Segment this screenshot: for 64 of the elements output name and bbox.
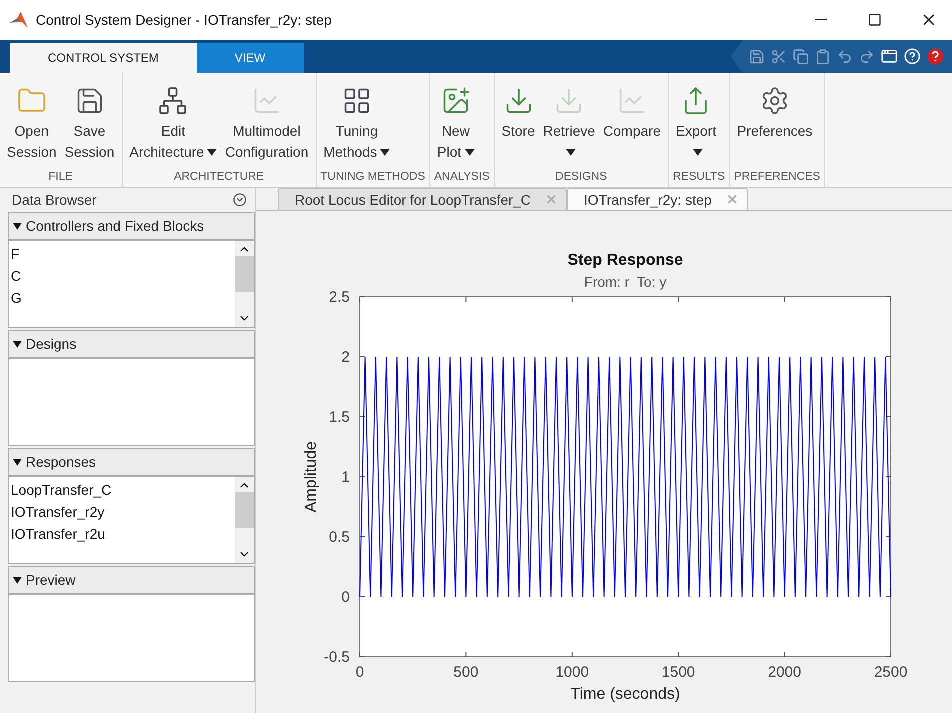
x-tick-label: 1000 (556, 664, 590, 681)
x-tick-label: 0 (356, 664, 364, 681)
list-item[interactable]: C (9, 265, 235, 287)
x-tick-label: 500 (454, 664, 479, 681)
group-label: PREFERENCES (734, 170, 820, 185)
x-tick-label: 2000 (768, 664, 802, 681)
x-tick-label: 2500 (874, 664, 908, 681)
ribbon-tab[interactable]: CONTROL SYSTEM (10, 43, 197, 73)
y-tick-label: 2 (342, 349, 350, 366)
group-label: TUNING METHODS (320, 170, 426, 185)
ribbon-button[interactable]: Store (498, 77, 538, 168)
list-item[interactable]: F (9, 243, 235, 265)
ribbon-button[interactable]: Preferences (734, 77, 816, 168)
y-tick-label: 1 (342, 469, 350, 486)
minimize-icon (815, 19, 827, 21)
close-tab-icon[interactable] (726, 193, 739, 206)
section-header[interactable]: Responses (8, 448, 255, 476)
help-icon[interactable] (904, 48, 921, 65)
ribbon-button[interactable]: Open Session (4, 77, 60, 168)
panel-title: Data Browser (12, 192, 97, 208)
chart-title: Step Response (568, 252, 684, 269)
list-item[interactable]: IOTransfer_r2u (9, 523, 235, 545)
ribbon-button[interactable]: Export (673, 77, 720, 168)
ribbon-button[interactable]: Edit Architecture (126, 77, 220, 168)
redo-icon[interactable] (859, 48, 875, 64)
clipboard-icon[interactable] (815, 48, 831, 64)
window-title: Control System Designer - IOTransfer_r2y: step (36, 12, 333, 28)
close-tab-icon[interactable] (545, 193, 558, 206)
scrollbar[interactable] (235, 241, 254, 327)
group-label: RESULTS (673, 170, 726, 185)
ribbon-button[interactable]: Save Session (62, 77, 118, 168)
y-tick-label: 0.5 (329, 529, 350, 546)
copy-icon[interactable] (793, 48, 809, 64)
list-item[interactable]: G (9, 287, 235, 309)
y-tick-label: 2.5 (329, 289, 350, 306)
section-header[interactable]: Designs (8, 330, 255, 358)
document-tab[interactable]: IOTransfer_r2y: step (567, 188, 748, 210)
y-tick-label: 1.5 (329, 409, 350, 426)
section-header[interactable]: Controllers and Fixed Blocks (8, 212, 255, 240)
ribbon-button[interactable]: Tuning Methods (320, 77, 394, 168)
y-tick-label: -0.5 (324, 649, 350, 666)
ribbon-tab[interactable]: VIEW (196, 43, 304, 73)
y-axis-label: Amplitude (303, 441, 320, 513)
y-tick-label: 0 (342, 589, 350, 606)
undo-icon[interactable] (837, 48, 853, 64)
help-icon[interactable] (927, 48, 944, 65)
x-tick-label: 1500 (662, 664, 696, 681)
list-item[interactable]: LoopTransfer_C (9, 479, 235, 501)
group-label: ANALYSIS (434, 170, 490, 185)
scissors-icon[interactable] (771, 48, 787, 64)
group-label: FILE (48, 170, 74, 185)
group-label: ARCHITECTURE (173, 170, 266, 185)
maximize-icon (868, 13, 882, 27)
list-item[interactable]: IOTransfer_r2y (9, 501, 235, 523)
chart-subtitle: From: r To: y (584, 274, 667, 290)
panel-menu-icon[interactable] (233, 193, 247, 207)
document-tab[interactable]: Root Locus Editor for LoopTransfer_C (278, 188, 568, 210)
group-label: DESIGNS (554, 170, 608, 185)
x-axis-label: Time (seconds) (570, 686, 680, 703)
window-icon[interactable] (881, 48, 898, 65)
scrollbar[interactable] (235, 477, 254, 563)
app-logo-icon (10, 12, 28, 28)
ribbon-button[interactable]: New Plot (434, 77, 478, 168)
section-header[interactable]: Preview (8, 566, 255, 594)
